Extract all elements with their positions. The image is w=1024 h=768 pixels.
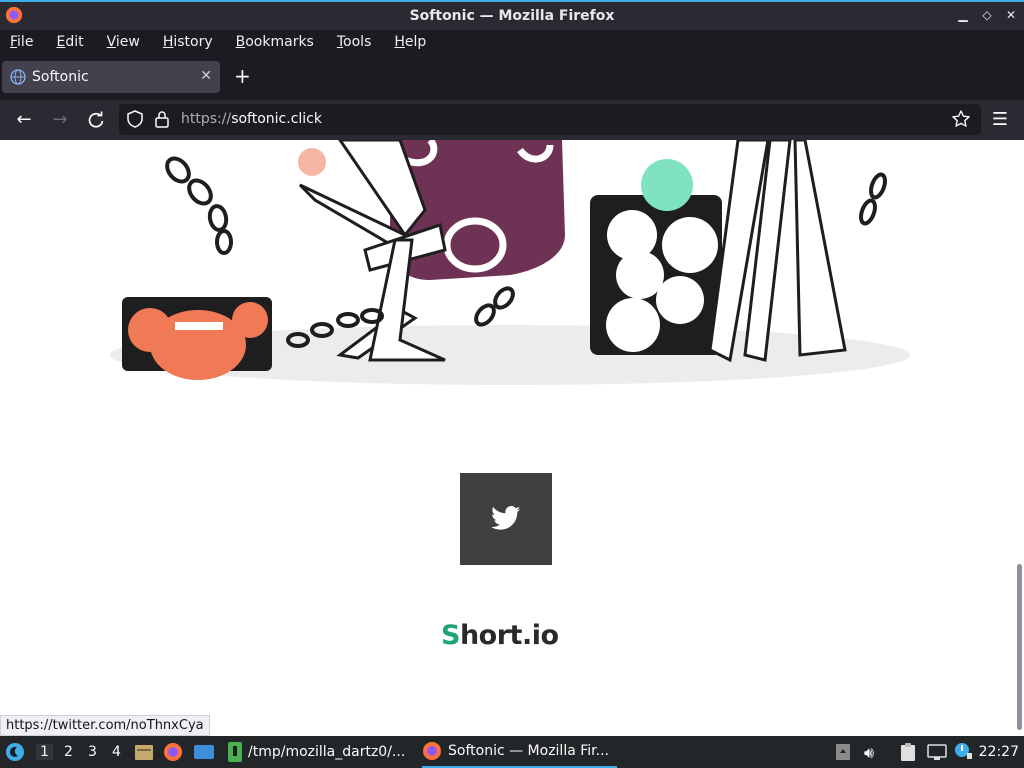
file-manager-icon[interactable] [134,743,154,761]
start-menu-icon[interactable] [5,742,25,762]
workspace-3[interactable]: 3 [88,744,97,760]
terminal-icon [228,742,242,762]
bookmark-star-icon[interactable] [951,109,971,129]
tab-softonic[interactable]: Softonic ✕ [2,61,220,93]
clock[interactable]: 22:27 [979,744,1019,760]
network-icon[interactable] [927,743,947,761]
close-icon[interactable]: ✕ [1004,8,1018,22]
navigation-bar: ← → https://softonic.click ☰ [0,100,1024,140]
desktop-icon[interactable] [193,744,215,760]
clipboard-icon[interactable] [898,742,918,762]
firefox-task-icon [423,742,441,760]
twitter-share-button[interactable] [460,473,552,565]
menu-file[interactable]: File [10,34,44,50]
status-link-preview: https://twitter.com/noThnxCya [0,715,210,736]
forward-icon[interactable]: → [50,110,70,130]
reload-icon[interactable] [86,110,106,130]
short-io-logo[interactable]: Short.io [441,620,559,651]
tab-close-icon[interactable]: ✕ [200,68,212,84]
menu-edit[interactable]: Edit [56,34,94,50]
volume-icon[interactable]: 🔊︎ [864,743,874,763]
menu-bookmarks[interactable]: Bookmarks [236,34,325,50]
scrollbar-thumb[interactable] [1017,564,1022,730]
hamburger-menu-icon[interactable]: ☰ [990,110,1010,130]
url-text[interactable]: https://softonic.click [181,111,322,127]
maximize-icon[interactable]: ◇ [980,8,994,22]
twitter-bird-icon [491,506,521,530]
updates-notification-icon[interactable] [953,741,973,761]
workspace-2[interactable]: 2 [64,744,73,760]
menu-bar: File Edit View History Bookmarks Tools H… [0,30,1024,54]
logo-text: hort.io [459,620,559,651]
workspace-1[interactable]: 1 [36,744,53,760]
task-firefox-label: Softonic — Mozilla Fir... [448,743,609,759]
new-tab-icon[interactable]: + [234,66,251,86]
page-content: Short.io https://twitter.com/noThnxCya [0,140,1024,736]
taskbar: 1 2 3 4 /tmp/mozilla_dartz0/... Softonic… [0,736,1024,768]
menu-tools[interactable]: Tools [337,34,383,50]
workspace-4[interactable]: 4 [112,744,121,760]
page-scrollbar[interactable] [1014,140,1024,736]
task-terminal[interactable]: /tmp/mozilla_dartz0/... [228,736,405,768]
logo-letter-s: S [441,620,460,651]
minimize-icon[interactable]: ▁ [956,8,970,22]
back-icon[interactable]: ← [14,110,34,130]
hero-illustration [110,140,910,385]
shield-icon[interactable] [126,110,144,128]
menu-help[interactable]: Help [394,34,437,50]
menu-view[interactable]: View [107,34,151,50]
firefox-icon [5,6,23,24]
tray-device-icon[interactable] [834,743,852,761]
task-firefox[interactable]: Softonic — Mozilla Fir... [422,736,617,768]
url-bar[interactable]: https://softonic.click [119,104,981,135]
menu-history[interactable]: History [163,34,224,50]
tab-strip: Softonic ✕ + [0,54,1024,100]
tab-label: Softonic [32,69,89,85]
task-terminal-label: /tmp/mozilla_dartz0/... [248,744,406,760]
window-title: Softonic — Mozilla Firefox [409,8,615,24]
lock-icon[interactable] [154,110,170,128]
url-protocol: https:// [181,111,232,127]
window-titlebar: Softonic — Mozilla Firefox ▁ ◇ ✕ [0,0,1024,30]
globe-icon [10,69,26,85]
url-host: softonic.click [231,111,322,127]
window-controls: ▁ ◇ ✕ [956,8,1018,22]
firefox-launcher-icon[interactable] [163,742,183,762]
